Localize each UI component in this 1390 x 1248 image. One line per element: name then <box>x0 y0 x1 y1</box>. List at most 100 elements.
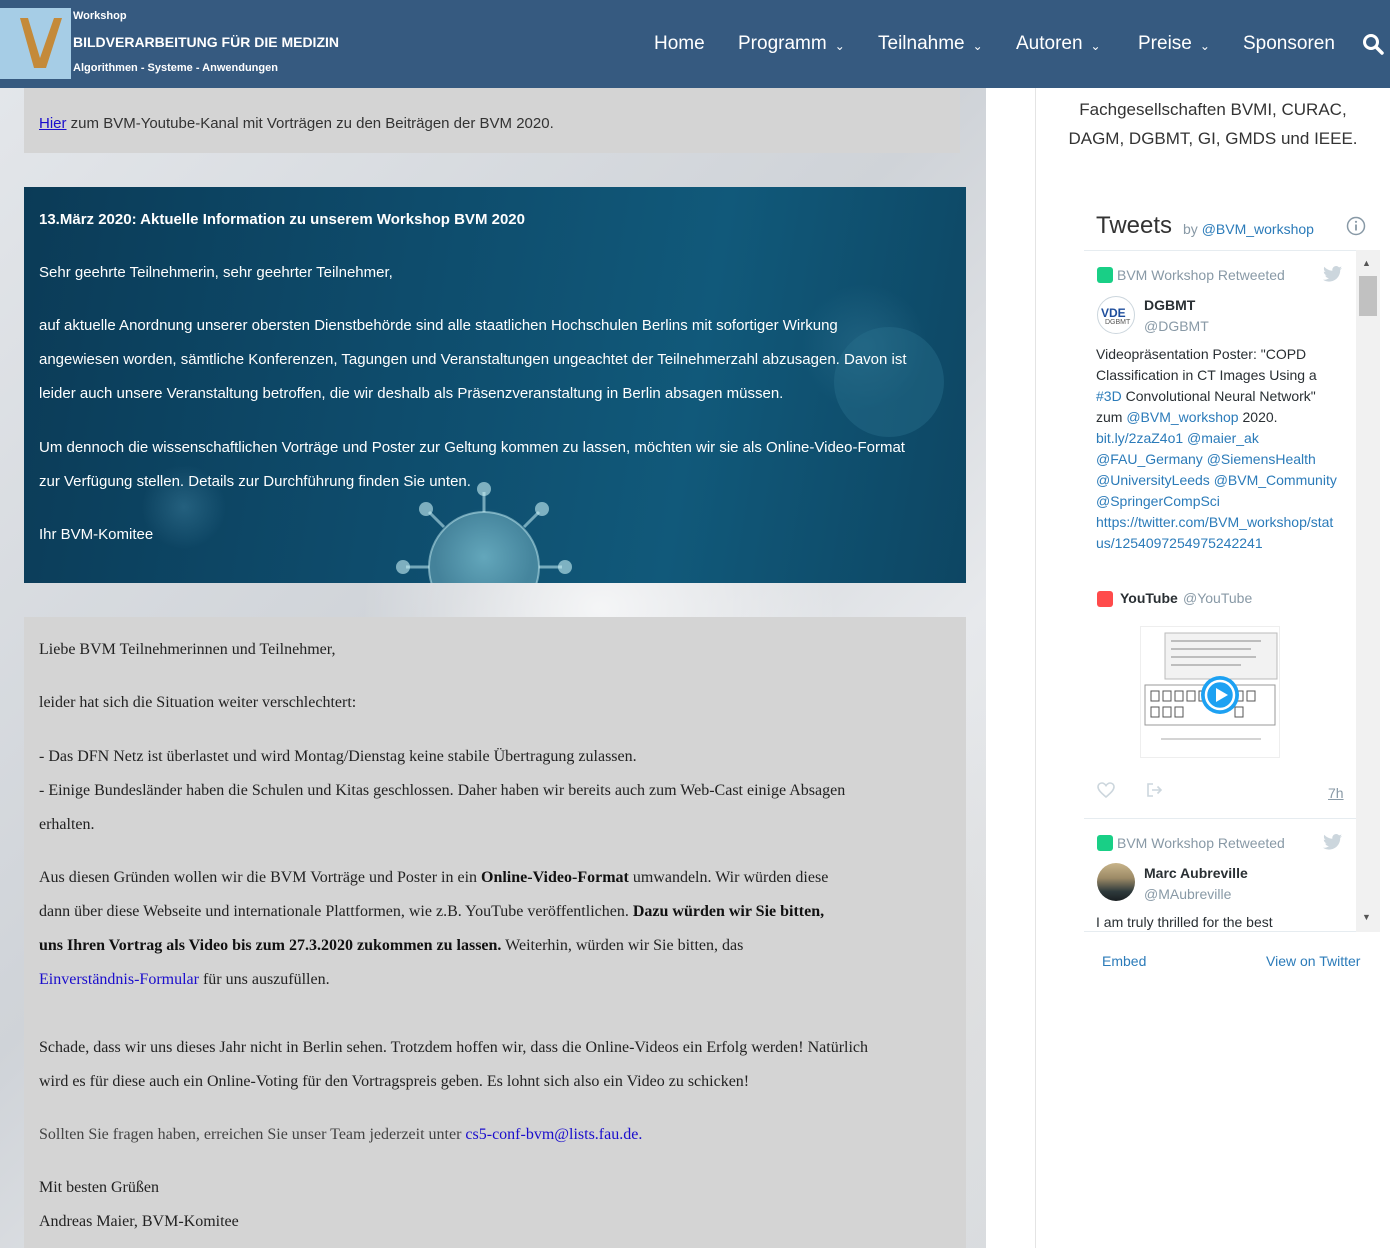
tweet1-line6[interactable]: @FAU_Germany @SiemensHealth <box>1096 451 1316 467</box>
marc-aubreville-avatar[interactable] <box>1097 863 1135 901</box>
announcement-heading: 13.März 2020: Aktuelle Information zu un… <box>39 211 525 228</box>
letter-bullet-1: - Das DFN Netz ist überlastet und wird M… <box>39 748 637 765</box>
tweet1-line3: #3D Convolutional Neural Network" <box>1096 388 1316 404</box>
mention-link[interactable]: @BVM_workshop <box>1126 409 1238 425</box>
retweet-icon <box>1097 267 1113 283</box>
letter-closing: Mit besten Grüßen <box>39 1179 159 1196</box>
tweet1-author-handle[interactable]: @DGBMT <box>1144 318 1209 334</box>
tweet1-timestamp[interactable]: 7h <box>1328 785 1344 801</box>
share-icon[interactable] <box>1145 781 1163 799</box>
tweet1-context: BVM Workshop Retweeted <box>1117 267 1285 283</box>
letter-p4-line1: Schade, dass wir uns dieses Jahr nicht i… <box>39 1039 869 1056</box>
tweet1-author-name[interactable]: DGBMT <box>1144 297 1195 313</box>
tweet2-author-name[interactable]: Marc Aubreville <box>1144 865 1248 881</box>
announcement-salutation: Sehr geehrte Teilnehmerin, sehr geehrter… <box>39 264 393 281</box>
tweet1-line4-text: zum <box>1096 409 1127 425</box>
tweet1-line9[interactable]: https://twitter.com/BVM_workshop/stat <box>1096 514 1333 530</box>
announcement-box: 13.März 2020: Aktuelle Information zu un… <box>24 187 966 583</box>
tweets-handle-link[interactable]: @BVM_workshop <box>1202 221 1314 237</box>
twitter-bird-icon[interactable] <box>1323 834 1343 850</box>
nav-sponsoren-label: Sponsoren <box>1243 33 1335 54</box>
tweet1-line5[interactable]: bit.ly/2zaZ4o1 @maier_ak <box>1096 430 1259 446</box>
youtube-notice-body: zum BVM-Youtube-Kanal mit Vorträgen zu d… <box>66 115 554 132</box>
tweets-header: Tweets by @BVM_workshop <box>1084 212 1380 248</box>
letter-p3-line1: Aus diesen Gründen wollen wir die BVM Vo… <box>39 869 828 887</box>
play-triangle-icon <box>1204 679 1236 711</box>
tweet1-line2: Classification in CT Images Using a <box>1096 367 1317 383</box>
nav-preise-label: Preise <box>1138 33 1192 54</box>
letter-bullet-2-line1: - Einige Bundesländer haben die Schulen … <box>39 782 846 799</box>
search-icon[interactable] <box>1362 33 1384 55</box>
embed-link[interactable]: Embed <box>1102 953 1146 969</box>
view-on-twitter-link[interactable]: View on Twitter <box>1266 953 1360 969</box>
letter-p3-line3: uns Ihren Vortrag als Video bis zum 27.3… <box>39 937 743 955</box>
letter-p3-text: Aus diesen Gründen wollen wir die BVM Vo… <box>39 869 482 886</box>
tweets-by: by @BVM_workshop <box>1183 221 1314 237</box>
bvm-logo[interactable] <box>0 8 71 79</box>
scroll-down-arrow-icon[interactable]: ▼ <box>1362 912 1371 922</box>
tweet1-line3-text: Convolutional Neural Network" <box>1121 388 1316 404</box>
letter-contact-text: Sollten Sie fragen haben, erreichen Sie … <box>39 1126 466 1143</box>
nav-home[interactable]: Home <box>654 32 705 56</box>
letter-p3-text: umwandeln. Wir würden diese <box>628 869 829 886</box>
tweet2-author-handle[interactable]: @MAubreville <box>1144 886 1231 902</box>
youtube-channel-link[interactable]: Hier <box>39 115 67 132</box>
nav-teilnahme[interactable]: Teilnahme ⌄ <box>878 32 983 56</box>
logo-v-shape <box>20 18 62 68</box>
dgbmt-avatar[interactable]: VDE DGBMT <box>1097 296 1135 334</box>
brand-subtitle: Algorithmen - Systeme - Anwendungen <box>73 62 278 74</box>
nav-sponsoren[interactable]: Sponsoren <box>1243 32 1335 56</box>
letter-p3-bold: Dazu würden wir Sie bitten, <box>632 903 825 920</box>
letter-p3-text: Weiterhin, würden wir Sie bitten, das <box>501 937 744 954</box>
letter-bullet-2-line2: erhalten. <box>39 816 95 833</box>
brand-title[interactable]: BILDVERARBEITUNG FÜR DIE MEDIZIN <box>73 34 339 50</box>
letter-p3-bold: Online-Video-Format <box>481 869 629 886</box>
tweet-separator <box>1084 818 1356 819</box>
youtube-icon <box>1097 591 1113 607</box>
letter-p3-line2: dann über diese Webseite und internation… <box>39 903 824 921</box>
announcement-p2-line2: zur Verfügung stellen. Details zur Durch… <box>39 473 471 490</box>
nav-autoren[interactable]: Autoren ⌄ <box>1016 32 1101 56</box>
tweets-title: Tweets <box>1096 212 1173 239</box>
letter-box: Liebe BVM Teilnehmerinnen und Teilnehmer… <box>24 617 966 1248</box>
avatar-vde-text: VDE <box>1101 306 1126 320</box>
play-button-icon[interactable] <box>1201 676 1239 714</box>
nav-preise[interactable]: Preise ⌄ <box>1138 32 1210 56</box>
retweet-icon <box>1097 835 1113 851</box>
tweet1-line4-text: 2020. <box>1238 409 1278 425</box>
announcement-p1-line2: angewiesen worden, sämtliche Konferenzen… <box>39 351 907 368</box>
brand-small: Workshop <box>73 10 127 22</box>
societies-line2: DAGM, DGBMT, GI, GMDS und IEEE. <box>1068 129 1358 148</box>
nav-teilnahme-label: Teilnahme <box>878 33 965 54</box>
nav-home-label: Home <box>654 33 705 54</box>
embed-author-handle[interactable]: @YouTube <box>1183 590 1252 606</box>
announcement-p2-line1: Um dennoch die wissenschaftlichen Vorträ… <box>39 439 905 456</box>
tweet1-line7[interactable]: @UniversityLeeds @BVM_Community <box>1096 472 1337 488</box>
virus-illustration-icon <box>396 482 572 583</box>
nav-autoren-label: Autoren <box>1016 33 1083 54</box>
announcement-signature: Ihr BVM-Komitee <box>39 526 154 543</box>
tweet1-line10[interactable]: us/1254097254975242241 <box>1096 535 1263 551</box>
sidebar-divider <box>1035 88 1036 1248</box>
consent-form-link[interactable]: Einverständnis-Formular <box>39 971 199 988</box>
youtube-notice-text: Hier zum BVM-Youtube-Kanal mit Vorträgen… <box>39 115 554 132</box>
twitter-bird-icon[interactable] <box>1323 266 1343 282</box>
heart-icon[interactable] <box>1097 781 1115 799</box>
letter-p3-text: dann über diese Webseite und internation… <box>39 903 633 920</box>
tweet-scrollbar-thumb[interactable] <box>1359 276 1377 316</box>
tweet-scrollbar[interactable] <box>1356 250 1380 932</box>
letter-p4-line2: wird es für diese auch ein Online-Voting… <box>39 1073 750 1090</box>
letter-p3-text: für uns auszufüllen. <box>198 971 330 988</box>
societies-line1: Fachgesellschaften BVMI, CURAC, <box>1079 100 1347 119</box>
nav-programm[interactable]: Programm ⌄ <box>738 32 845 56</box>
tweets-by-label: by <box>1183 221 1202 237</box>
chevron-down-icon: ⌄ <box>1090 39 1101 53</box>
tweet1-line8[interactable]: @SpringerCompSci <box>1096 493 1220 509</box>
letter-p3-line4: Einverständnis-Formular für uns auszufül… <box>39 971 330 989</box>
info-icon[interactable] <box>1346 216 1366 236</box>
embed-author-name[interactable]: YouTube <box>1120 590 1178 606</box>
scroll-up-arrow-icon[interactable]: ▲ <box>1362 258 1371 268</box>
contact-email-link[interactable]: cs5-conf-bvm@lists.fau.de. <box>465 1126 642 1143</box>
letter-contact: Sollten Sie fragen haben, erreichen Sie … <box>39 1126 642 1144</box>
hashtag-link[interactable]: #3D <box>1096 388 1122 404</box>
